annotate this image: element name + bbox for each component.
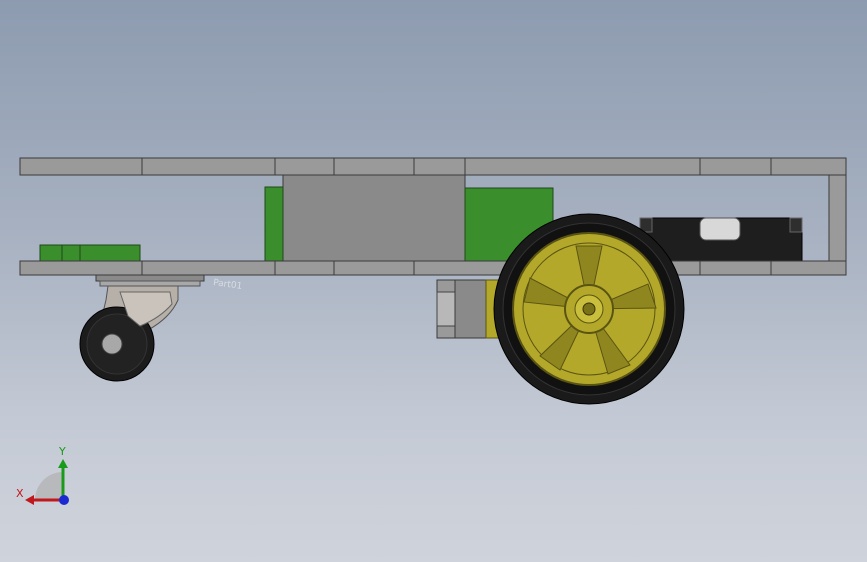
- right-standoff[interactable]: [828, 174, 847, 262]
- center-block[interactable]: [282, 174, 466, 262]
- triad-y-label: Y: [58, 445, 66, 458]
- caster-assembly[interactable]: [79, 274, 205, 382]
- graphics-viewport[interactable]: Y X Part01: [0, 0, 867, 562]
- pcb-left-vertical[interactable]: [264, 186, 284, 262]
- pcb-small-front[interactable]: [39, 244, 141, 262]
- top-plate[interactable]: [19, 157, 847, 176]
- bottom-plate[interactable]: [19, 260, 847, 276]
- coordinate-triad: Y X: [16, 445, 69, 505]
- triad-x-label: X: [16, 487, 24, 500]
- drive-wheel[interactable]: [493, 213, 685, 405]
- robot-chassis-model[interactable]: Y X: [0, 0, 867, 562]
- triad-z-dot-icon: [59, 495, 69, 505]
